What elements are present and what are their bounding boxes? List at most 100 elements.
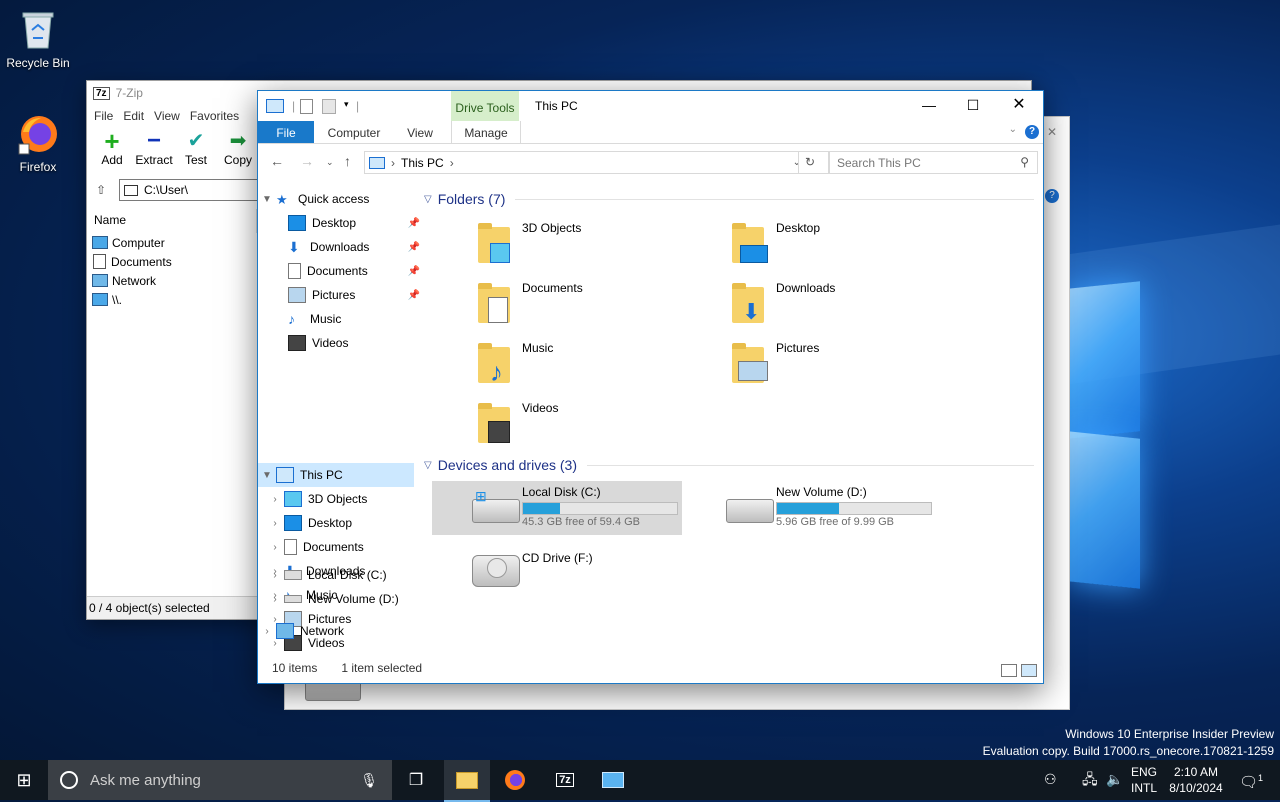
close-button[interactable]: ✕ (996, 91, 1042, 121)
new-folder-icon[interactable] (322, 99, 336, 114)
list-item[interactable]: Computer (87, 233, 257, 252)
cortana-search-box[interactable]: Ask me anything 🎙 (48, 760, 392, 800)
group-header-folders[interactable]: ▽ Folders (7) (424, 191, 1034, 207)
tab-computer[interactable]: Computer (320, 121, 388, 143)
column-header-name[interactable]: Name (87, 209, 257, 233)
menu-view[interactable]: View (151, 109, 187, 123)
menu-edit[interactable]: Edit (120, 109, 151, 123)
search-input[interactable]: Search This PC ⚲ (828, 151, 1038, 174)
nav-quick-pictures[interactable]: Pictures 📌 (258, 283, 426, 307)
nav-quick-desktop[interactable]: Desktop 📌 (258, 211, 426, 235)
this-pc-icon (369, 156, 385, 169)
folder-documents[interactable]: Documents (476, 281, 583, 331)
volume-muted-icon[interactable]: 🔈 (1106, 771, 1123, 787)
desktop-icon-recycle-bin[interactable]: Recycle Bin (0, 8, 76, 70)
copy-button[interactable]: ➡ Copy (217, 127, 259, 177)
nav-quick-access[interactable]: ▼ ★ Quick access (258, 187, 414, 211)
tab-file[interactable]: File (258, 121, 314, 143)
folder-up-icon[interactable]: ⇧ (91, 183, 111, 197)
nav-pc-new-volume[interactable]: › New Volume (D:) (258, 587, 422, 611)
input-language[interactable]: ENG INTL (1128, 764, 1160, 796)
drive-icon (284, 595, 302, 603)
nav-quick-music[interactable]: ♪ Music (258, 307, 426, 331)
document-icon (288, 263, 301, 279)
nav-pc-documents[interactable]: › Documents (258, 535, 422, 559)
help-icon[interactable]: ? (1025, 125, 1039, 139)
breadcrumb-separator-icon[interactable]: › (450, 156, 454, 170)
taskbar-file-explorer[interactable] (444, 760, 490, 802)
help-icon[interactable]: ? (1045, 189, 1059, 203)
nav-pc-3d-objects[interactable]: › 3D Objects (258, 487, 422, 511)
test-button[interactable]: ✔ Test (175, 127, 217, 177)
menu-favorites[interactable]: Favorites (187, 109, 246, 123)
sevenzip-path-input[interactable]: C:\User\ (119, 179, 265, 201)
nav-quick-documents[interactable]: Documents 📌 (258, 259, 426, 283)
pin-icon[interactable]: 📌 (408, 218, 420, 229)
extract-button[interactable]: − Extract (133, 127, 175, 177)
drive-local-disk-c[interactable]: ⊞ Local Disk (C:) 45.3 GB free of 59.4 G… (432, 481, 682, 535)
menu-file[interactable]: File (91, 109, 120, 123)
up-arrow-icon[interactable]: ↑ (344, 153, 351, 169)
taskbar-control-panel[interactable] (590, 760, 636, 800)
back-arrow-icon[interactable]: ← (270, 153, 284, 169)
nav-this-pc[interactable]: ▼ This PC (258, 463, 414, 487)
list-item-label: Computer (112, 235, 165, 250)
tab-manage[interactable]: Manage (451, 121, 521, 143)
folder-pictures[interactable]: Pictures (730, 341, 819, 391)
folder-music[interactable]: ♪ Music (476, 341, 553, 391)
tab-view[interactable]: View (398, 121, 442, 143)
folder-label: Pictures (776, 341, 820, 355)
recent-locations-chevron-icon[interactable]: ⌄ (326, 157, 334, 168)
microphone-icon[interactable]: 🎙 (360, 772, 378, 789)
minimize-button[interactable]: — (906, 91, 952, 121)
nav-quick-downloads[interactable]: ⬇ Downloads 📌 (258, 235, 426, 259)
expand-ribbon-icon[interactable]: ⌄ (1009, 124, 1017, 135)
clock[interactable]: 2:10 AM 8/10/2024 (1164, 764, 1228, 796)
taskbar-7zip[interactable]: 7z (542, 760, 588, 800)
chevron-down-icon[interactable]: ▾ (344, 99, 349, 110)
nav-network[interactable]: › Network (258, 619, 414, 643)
address-bar[interactable]: › This PC › ⌄ (364, 151, 830, 174)
list-item[interactable]: \\. (87, 290, 257, 309)
properties-icon[interactable] (300, 99, 313, 114)
list-item[interactable]: Network (87, 271, 257, 290)
pin-icon[interactable]: 📌 (408, 290, 420, 301)
folder-3d-objects[interactable]: 3D Objects (476, 221, 581, 271)
drive-new-volume-d[interactable]: New Volume (D:) 5.96 GB free of 9.99 GB (686, 481, 936, 535)
nav-quick-videos[interactable]: Videos (258, 331, 426, 355)
nav-pc-local-disk[interactable]: › Local Disk (C:) (258, 563, 422, 587)
explorer-window[interactable]: | ▾ | Drive Tools This PC — ☐ ✕ File Com… (257, 90, 1044, 684)
navigation-bar: ← → ⌄ ↑ › This PC › ⌄ ↻ Search This PC ⚲ (258, 143, 1043, 179)
action-center-button[interactable]: 🗨1 (1236, 770, 1266, 791)
list-item[interactable]: Documents (87, 252, 257, 271)
folder-desktop[interactable]: Desktop (730, 221, 820, 271)
task-view-icon: ❐ (408, 772, 424, 789)
sevenzip-file-list: Name Computer Documents Network \\. (87, 209, 257, 309)
refresh-button[interactable]: ↻ (798, 152, 821, 173)
desktop-icon-firefox[interactable]: Firefox (0, 112, 76, 174)
network-status-icon[interactable]: 🖧 (1082, 771, 1098, 787)
close-icon[interactable]: ✕ (1047, 125, 1057, 139)
forward-arrow-icon[interactable]: → (300, 153, 314, 169)
pin-icon[interactable]: 📌 (408, 242, 420, 253)
details-view-icon[interactable] (1001, 664, 1017, 677)
pin-icon[interactable]: 📌 (408, 266, 420, 277)
add-button[interactable]: + Add (91, 127, 133, 177)
nav-pc-desktop[interactable]: › Desktop (258, 511, 422, 535)
computer-icon[interactable] (266, 99, 284, 113)
folder-videos[interactable]: Videos (476, 401, 558, 451)
nav-label: Documents (307, 264, 368, 278)
folder-label: Videos (522, 401, 559, 415)
large-icons-view-icon[interactable] (1021, 664, 1037, 677)
windows-logo-icon: ⊞ (16, 769, 32, 790)
people-icon[interactable]: ⚇ (1044, 771, 1057, 787)
group-header-devices[interactable]: ▽ Devices and drives (3) (424, 457, 1034, 473)
breadcrumb-this-pc[interactable]: This PC (401, 156, 444, 170)
folder-downloads[interactable]: ⬇ Downloads (730, 281, 835, 331)
start-button[interactable]: ⊞ (0, 760, 48, 800)
music-note-icon: ♪ (288, 311, 295, 327)
drive-cd-f[interactable]: CD Drive (F:) (432, 547, 682, 601)
maximize-button[interactable]: ☐ (950, 91, 996, 121)
taskbar-firefox[interactable] (492, 760, 538, 800)
task-view-button[interactable]: ❐ (394, 760, 438, 800)
